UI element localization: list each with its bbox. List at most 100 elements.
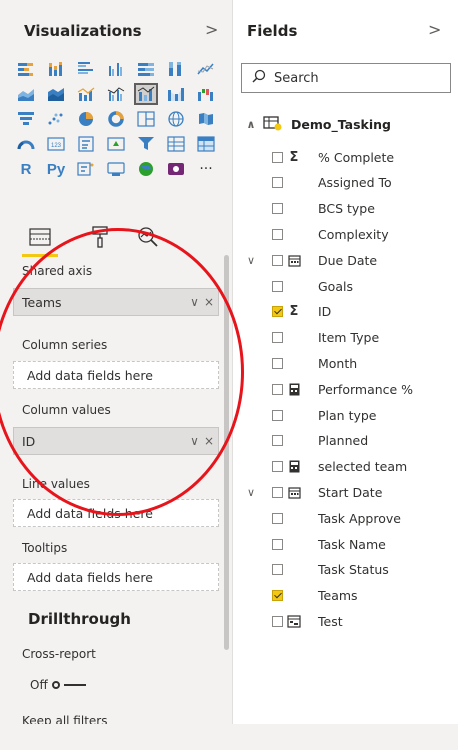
field-name: Plan type <box>318 407 377 423</box>
field-row[interactable]: Plan type <box>233 404 458 426</box>
collapse-fields-chevron-icon[interactable]: > <box>428 20 441 39</box>
line-and-clustered-column-chart-icon[interactable] <box>106 85 126 103</box>
field-row[interactable]: Item Type <box>233 327 458 349</box>
stacked-column-chart-icon[interactable] <box>46 60 66 78</box>
line-values-well[interactable]: Add data fields here <box>13 499 219 527</box>
kpi-icon[interactable] <box>106 135 126 153</box>
field-row[interactable]: BCS type <box>233 198 458 220</box>
field-row[interactable]: Test <box>233 610 458 632</box>
field-row[interactable]: Assigned To <box>233 172 458 194</box>
field-checkbox[interactable] <box>272 306 283 318</box>
stacked-area-chart-icon[interactable] <box>46 85 66 103</box>
field-row[interactable]: Task Status <box>233 559 458 581</box>
funnel-chart-icon[interactable] <box>16 110 36 128</box>
field-row[interactable]: ∨ Due Date <box>233 249 458 271</box>
treemap-icon[interactable] <box>136 110 156 128</box>
field-row[interactable]: Task Approve <box>233 507 458 529</box>
tooltips-well[interactable]: Add data fields here <box>13 563 219 591</box>
field-checkbox[interactable] <box>272 151 283 163</box>
fields-search-input[interactable]: Search <box>241 63 451 93</box>
field-checkbox[interactable] <box>272 564 283 576</box>
field-row[interactable]: Month <box>233 352 458 374</box>
slicer-icon[interactable] <box>136 135 156 153</box>
field-row[interactable]: Goals <box>233 275 458 297</box>
format-tab[interactable] <box>84 226 116 252</box>
waterfall-chart-icon[interactable] <box>196 85 216 103</box>
field-row[interactable]: Planned <box>233 430 458 452</box>
more-visuals-icon[interactable]: ··· <box>196 160 216 178</box>
analytics-tab[interactable] <box>132 226 164 252</box>
column-series-well[interactable]: Add data fields here <box>13 361 219 389</box>
scatter-chart-icon[interactable] <box>46 110 66 128</box>
gauge-icon[interactable] <box>16 135 36 153</box>
field-name: Task Name <box>318 536 386 552</box>
column-values-chevron-down-icon[interactable]: ∨ <box>190 434 199 448</box>
decomposition-tree-icon[interactable] <box>106 160 126 178</box>
shared-axis-well[interactable]: Teams ∨ × <box>13 288 219 316</box>
column-values-remove-icon[interactable]: × <box>204 434 214 448</box>
field-checkbox[interactable] <box>272 177 283 189</box>
multi-row-card-icon[interactable] <box>76 135 96 153</box>
field-row[interactable]: Performance % <box>233 378 458 400</box>
key-influencers-icon[interactable] <box>76 160 96 178</box>
table-icon[interactable] <box>166 135 186 153</box>
field-row[interactable]: selected team <box>233 456 458 478</box>
card-icon[interactable]: 123 <box>46 135 66 153</box>
field-checkbox[interactable] <box>272 357 283 369</box>
line-and-stacked-column-chart-icon[interactable] <box>76 85 96 103</box>
field-row[interactable]: Σ ID <box>233 301 458 323</box>
expand-chevron-icon[interactable]: ∨ <box>245 254 257 267</box>
field-row[interactable]: Σ % Complete <box>233 146 458 168</box>
shared-axis-remove-icon[interactable]: × <box>204 295 214 309</box>
field-checkbox[interactable] <box>272 280 283 292</box>
pie-chart-icon[interactable] <box>76 110 96 128</box>
map-icon[interactable] <box>166 110 186 128</box>
column-values-well[interactable]: ID ∨ × <box>13 427 219 455</box>
more-visuals-label: ··· <box>199 161 213 177</box>
donut-chart-icon[interactable] <box>106 110 126 128</box>
field-checkbox[interactable] <box>272 461 283 473</box>
cross-report-toggle[interactable]: Off <box>30 678 86 692</box>
field-checkbox[interactable] <box>272 538 283 550</box>
collapse-visualizations-chevron-icon[interactable]: > <box>205 20 218 39</box>
100pct-stacked-bar-chart-icon[interactable] <box>136 60 156 78</box>
fields-tab[interactable] <box>24 226 56 252</box>
field-name: Teams <box>318 588 358 604</box>
area-chart-icon[interactable] <box>16 85 36 103</box>
visualizations-scrollbar[interactable] <box>224 255 229 650</box>
arcgis-map-icon[interactable] <box>136 160 156 178</box>
python-visual-icon[interactable]: Py <box>46 160 66 178</box>
field-checkbox[interactable] <box>272 203 283 215</box>
field-checkbox[interactable] <box>272 409 283 421</box>
field-checkbox[interactable] <box>272 228 283 240</box>
field-checkbox[interactable] <box>272 486 283 498</box>
clustered-column-chart-icon[interactable] <box>106 60 126 78</box>
field-checkbox[interactable] <box>272 512 283 524</box>
field-row[interactable]: Task Name <box>233 533 458 555</box>
filled-map-icon[interactable] <box>196 110 216 128</box>
clustered-bar-chart-icon[interactable] <box>76 60 96 78</box>
expand-chevron-icon[interactable]: ∨ <box>245 486 257 499</box>
stacked-bar-chart-icon[interactable] <box>16 60 36 78</box>
table-demo-tasking[interactable]: ∧ Demo_Tasking <box>233 112 458 136</box>
line-chart-icon[interactable] <box>196 60 216 78</box>
field-row[interactable]: Teams <box>233 585 458 607</box>
field-row[interactable]: Complexity <box>233 223 458 245</box>
matrix-icon[interactable] <box>196 135 216 153</box>
power-apps-icon[interactable] <box>166 160 186 178</box>
field-checkbox[interactable] <box>272 332 283 344</box>
table-collapse-chevron-icon[interactable]: ∧ <box>245 118 257 131</box>
field-checkbox[interactable] <box>272 254 283 266</box>
shared-axis-value: Teams <box>22 294 62 310</box>
field-row[interactable]: ∨ Start Date <box>233 481 458 503</box>
line-and-clustered-column-chart-selected-icon[interactable] <box>134 83 158 105</box>
fields-title: Fields <box>247 22 298 40</box>
field-checkbox[interactable] <box>272 383 283 395</box>
field-checkbox[interactable] <box>272 615 283 627</box>
field-checkbox[interactable] <box>272 435 283 447</box>
r-visual-icon[interactable]: R <box>16 160 36 178</box>
shared-axis-chevron-down-icon[interactable]: ∨ <box>190 295 199 309</box>
ribbon-chart-icon[interactable] <box>166 85 186 103</box>
100pct-stacked-column-chart-icon[interactable] <box>166 60 186 78</box>
field-checkbox[interactable] <box>272 590 283 602</box>
